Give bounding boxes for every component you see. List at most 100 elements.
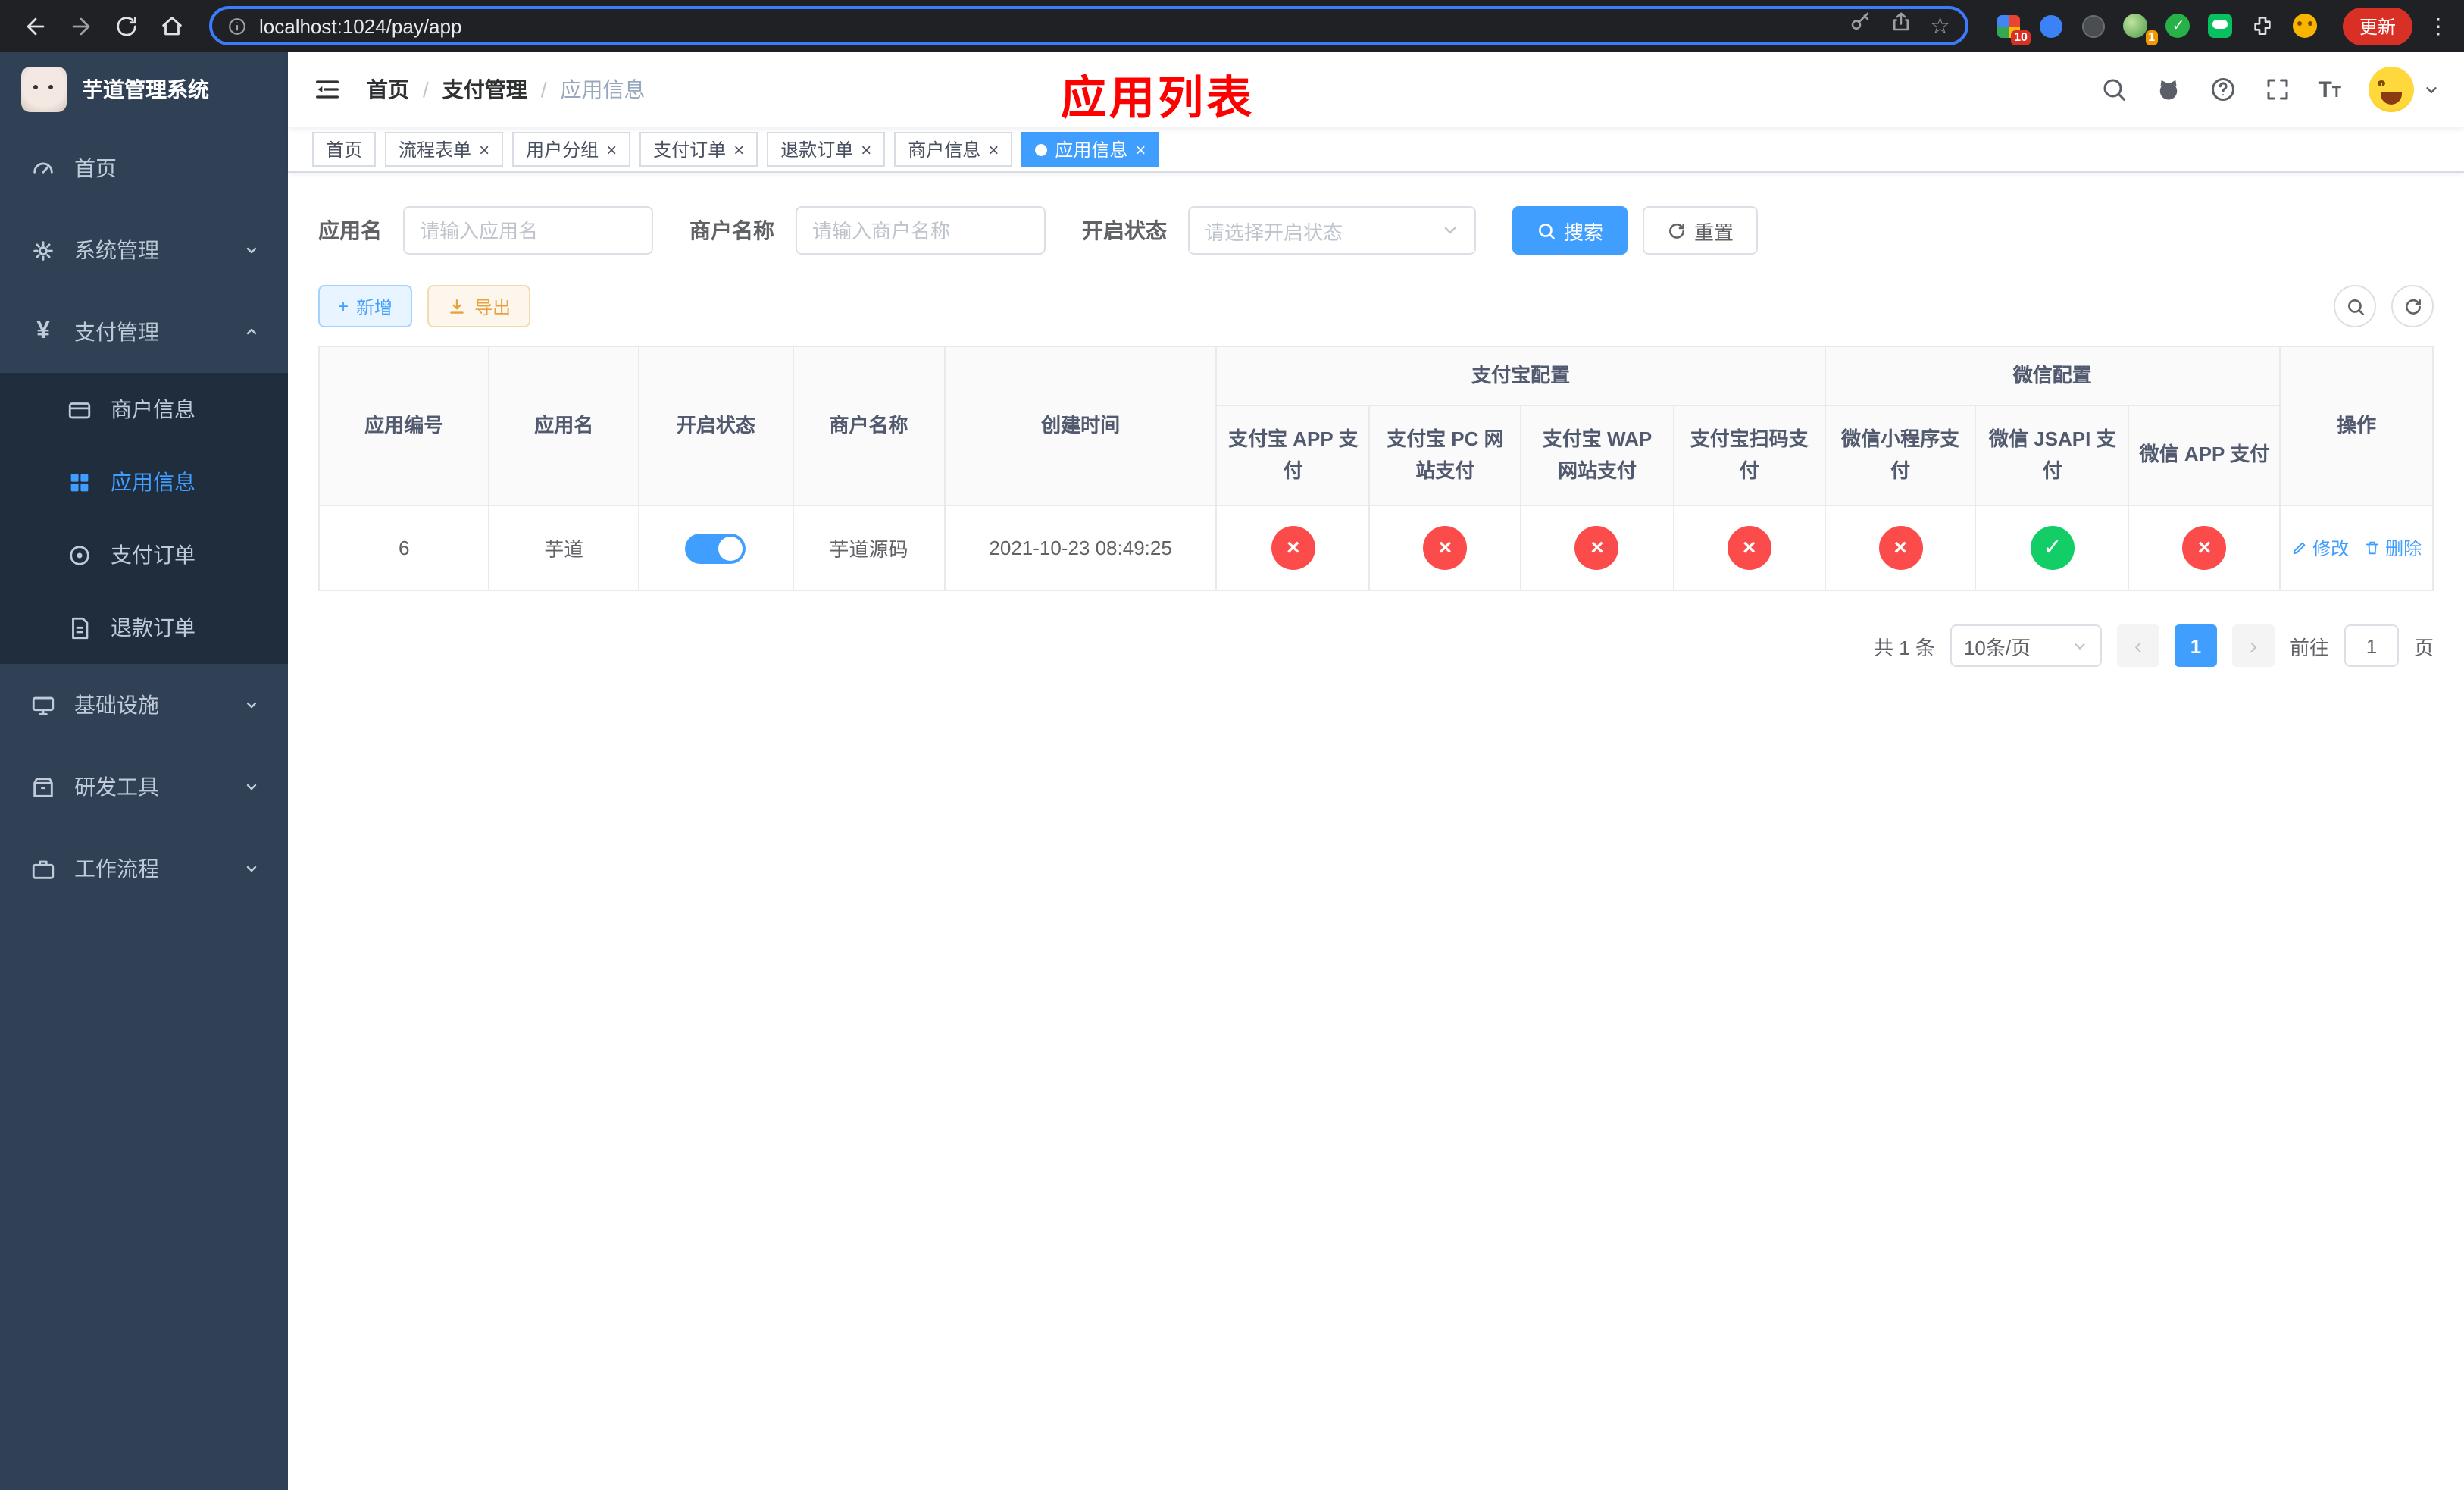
tab-merchant-info[interactable]: 商户信息 ×: [894, 132, 1013, 167]
bookmark-star-icon[interactable]: ☆: [1930, 14, 1950, 37]
browser-window: localhost:1024/pay/app ☆ 10 1 ✓ 更新 ⋮ 芋道管…: [0, 0, 2464, 1490]
refresh-table-button[interactable]: [2391, 285, 2434, 327]
back-icon[interactable]: [15, 6, 55, 45]
emoji-extension-icon[interactable]: [2293, 13, 2319, 39]
extension-dark-icon[interactable]: [2081, 13, 2106, 39]
app-name-input[interactable]: [403, 206, 653, 255]
refresh-icon: [2405, 298, 2420, 314]
goto-label: 前往: [2289, 636, 2329, 659]
sidebar-item-workflow[interactable]: 工作流程: [0, 828, 288, 909]
reload-icon[interactable]: [106, 6, 145, 45]
url-text[interactable]: localhost:1024/pay/app: [259, 14, 1836, 37]
merchant-name-input[interactable]: [796, 206, 1046, 255]
alipay-app-status-icon: ×: [1271, 526, 1315, 570]
toggle-search-button[interactable]: [2334, 285, 2376, 327]
header-search-icon[interactable]: [2100, 76, 2127, 103]
add-button[interactable]: + 新增: [318, 285, 413, 327]
chevron-down-icon: [242, 778, 261, 796]
sidebar-fold-icon[interactable]: [312, 74, 342, 105]
tab-process-form[interactable]: 流程表单 ×: [385, 132, 504, 167]
tab-close-icon[interactable]: ×: [1135, 140, 1146, 158]
chrome-update-button[interactable]: 更新: [2342, 7, 2412, 45]
breadcrumb-payment[interactable]: 支付管理: [442, 74, 527, 105]
table-toolbar: + 新增 导出: [318, 285, 2434, 327]
page-unit-label: 页: [2413, 636, 2434, 659]
prev-page-button[interactable]: ‹: [2116, 624, 2159, 667]
tab-close-icon[interactable]: ×: [606, 140, 617, 158]
chevron-down-icon: [242, 241, 261, 259]
next-page-button[interactable]: ›: [2231, 624, 2275, 667]
status-select[interactable]: 请选择开启状态: [1188, 206, 1476, 255]
plus-icon: +: [338, 296, 349, 317]
sidebar-subitem-refund-order[interactable]: 退款订单: [0, 591, 288, 664]
share-icon[interactable]: [1889, 11, 1912, 41]
github-icon[interactable]: [2154, 76, 2181, 103]
tab-home[interactable]: 首页: [312, 132, 377, 167]
extension-check-icon[interactable]: ✓: [2165, 13, 2191, 39]
home-icon[interactable]: [152, 6, 191, 45]
app-title: 芋道管理系统: [82, 77, 209, 102]
extension-drop-icon[interactable]: [2038, 13, 2064, 39]
caret-down-icon: [2423, 81, 2440, 98]
sidebar-item-home[interactable]: 首页: [0, 127, 288, 209]
forward-icon[interactable]: [61, 6, 100, 45]
wechat-extension-icon[interactable]: [2208, 13, 2234, 39]
col-group-wechat: 微信配置: [1824, 346, 2281, 406]
cell-app-id: 6: [317, 505, 490, 591]
search-icon: [1539, 223, 1556, 239]
tab-user-group[interactable]: 用户分组 ×: [512, 132, 631, 167]
status-label: 开启状态: [1082, 218, 1167, 243]
help-question-icon[interactable]: [2209, 76, 2236, 103]
reset-button[interactable]: 重置: [1643, 206, 1759, 255]
tab-close-icon[interactable]: ×: [861, 140, 871, 158]
browser-menu-icon[interactable]: ⋮: [2428, 13, 2449, 39]
sidebar-item-infra[interactable]: 基础设施: [0, 664, 288, 746]
col-alipay-app: 支付宝 APP 支付: [1215, 405, 1371, 506]
col-app-name: 应用名: [488, 346, 639, 506]
page-size-select[interactable]: 10条/页: [1950, 624, 2102, 667]
goto-page-input[interactable]: [2344, 624, 2399, 667]
sidebar-item-payment[interactable]: ¥ 支付管理: [0, 291, 288, 373]
tab-pay-order[interactable]: 支付订单 ×: [639, 132, 758, 167]
page-number-1[interactable]: 1: [2174, 624, 2217, 667]
col-status: 开启状态: [638, 346, 794, 506]
pagination: 共 1 条 10条/页 ‹ 1 › 前往 页: [318, 624, 2434, 667]
chevron-down-icon: [242, 696, 261, 714]
profile-extension-icon[interactable]: 1: [2123, 13, 2158, 45]
top-navbar: 首页 / 支付管理 / 应用信息 TT: [288, 52, 2464, 127]
status-toggle[interactable]: [685, 533, 746, 563]
sidebar-subitem-merchant-info[interactable]: 商户信息: [0, 373, 288, 446]
credit-card-icon: [68, 402, 91, 418]
tab-close-icon[interactable]: ×: [988, 140, 999, 158]
sidebar-item-system[interactable]: 系统管理: [0, 209, 288, 291]
merchant-name-label: 商户名称: [689, 218, 774, 243]
fullscreen-icon[interactable]: [2263, 76, 2290, 103]
export-button[interactable]: 导出: [427, 285, 531, 327]
wx-jsapi-status-icon: ✓: [2030, 526, 2075, 570]
user-avatar-menu[interactable]: [2369, 67, 2440, 112]
site-info-icon[interactable]: [227, 16, 247, 36]
toolbox-icon: [33, 777, 53, 797]
search-button[interactable]: 搜索: [1512, 206, 1628, 255]
tab-close-icon[interactable]: ×: [733, 140, 744, 158]
sidebar-item-devtools[interactable]: 研发工具: [0, 746, 288, 828]
extensions-puzzle-icon[interactable]: [2250, 13, 2276, 39]
extension-grid-icon[interactable]: 10: [1996, 13, 2031, 45]
breadcrumb-home[interactable]: 首页: [367, 74, 409, 105]
target-icon: [70, 545, 89, 565]
col-wx-jsapi: 微信 JSAPI 支付: [1975, 405, 2130, 506]
tab-app-info[interactable]: 应用信息 ×: [1021, 132, 1160, 167]
sidebar-subitem-pay-order[interactable]: 支付订单: [0, 518, 288, 591]
delete-link[interactable]: 删除: [2364, 535, 2422, 561]
col-create-time: 创建时间: [943, 346, 1218, 506]
font-size-icon[interactable]: TT: [2318, 78, 2341, 101]
edit-link[interactable]: 修改: [2291, 535, 2349, 561]
tab-refund-order[interactable]: 退款订单 ×: [767, 132, 886, 167]
address-bar[interactable]: localhost:1024/pay/app ☆: [209, 6, 1968, 45]
breadcrumb: 首页 / 支付管理 / 应用信息: [367, 74, 646, 105]
dashboard-icon: [33, 161, 53, 173]
tab-close-icon[interactable]: ×: [479, 140, 489, 158]
password-key-icon[interactable]: [1848, 11, 1871, 41]
sidebar-subitem-app-info[interactable]: 应用信息: [0, 446, 288, 518]
sidebar-logo[interactable]: 芋道管理系统: [0, 52, 288, 127]
